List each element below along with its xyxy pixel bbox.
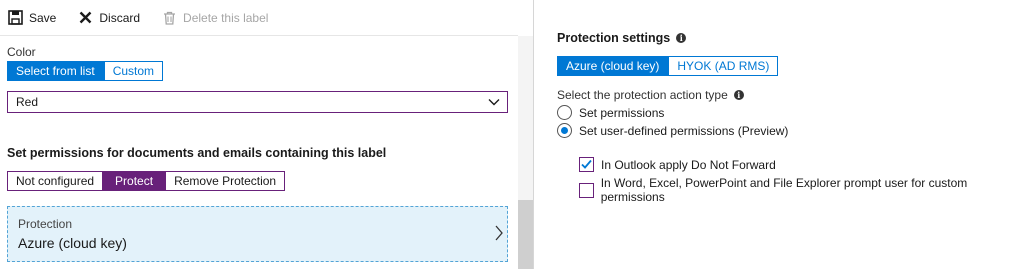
outlook-do-not-forward-checkbox[interactable]: In Outlook apply Do Not Forward bbox=[579, 157, 776, 172]
azure-cloud-key-option[interactable]: Azure (cloud key) bbox=[557, 56, 669, 76]
save-icon bbox=[7, 10, 23, 26]
scrollbar-thumb[interactable] bbox=[518, 200, 534, 269]
checkmark-icon bbox=[581, 159, 592, 169]
radio-button-selected[interactable] bbox=[557, 123, 572, 138]
custom-option[interactable]: Custom bbox=[103, 61, 164, 81]
delete-label-text: Delete this label bbox=[183, 10, 269, 25]
permissions-toggle: Not configured Protect Remove Protection bbox=[7, 171, 286, 191]
user-defined-permissions-label: Set user-defined permissions (Preview) bbox=[579, 123, 789, 138]
user-defined-permissions-radio[interactable]: Set user-defined permissions (Preview) bbox=[557, 123, 788, 138]
protection-settings-title-text: Protection settings bbox=[557, 31, 671, 45]
toolbar: Save Discard Delete this label bbox=[0, 0, 518, 36]
discard-button[interactable]: Discard bbox=[77, 0, 140, 36]
protection-card-title: Protection bbox=[18, 217, 73, 231]
info-icon[interactable]: i bbox=[733, 90, 744, 100]
checkbox-unchecked[interactable] bbox=[579, 182, 594, 198]
action-type-label: Select the protection action type i bbox=[557, 88, 744, 102]
color-mode-toggle: Select from list Custom bbox=[7, 61, 164, 81]
custom-permissions-prompt-label: In Word, Excel, PowerPoint and File Expl… bbox=[600, 176, 968, 204]
save-button[interactable]: Save bbox=[7, 0, 56, 36]
protection-key-toggle: Azure (cloud key) HYOK (AD RMS) bbox=[557, 56, 779, 76]
set-permissions-label: Set permissions bbox=[579, 105, 665, 120]
color-dropdown-value: Red bbox=[16, 95, 39, 109]
protect-option[interactable]: Protect bbox=[103, 171, 166, 191]
chevron-right-icon bbox=[493, 224, 505, 242]
protection-card-value: Azure (cloud key) bbox=[18, 235, 127, 251]
close-icon bbox=[77, 10, 93, 26]
hyok-option[interactable]: HYOK (AD RMS) bbox=[668, 56, 779, 76]
protection-card[interactable]: Protection Azure (cloud key) bbox=[7, 206, 508, 262]
chevron-down-icon bbox=[487, 95, 501, 109]
protection-settings-title: Protection settings i bbox=[557, 31, 687, 45]
custom-permissions-prompt-checkbox[interactable]: In Word, Excel, PowerPoint and File Expl… bbox=[579, 176, 1024, 204]
select-from-list-option[interactable]: Select from list bbox=[7, 61, 104, 81]
color-label: Color bbox=[7, 45, 36, 59]
discard-label: Discard bbox=[99, 10, 141, 25]
label-editor-panel: Save Discard Delete this label Color Sel… bbox=[0, 0, 518, 269]
permissions-heading: Set permissions for documents and emails… bbox=[7, 146, 387, 160]
outlook-do-not-forward-label: In Outlook apply Do Not Forward bbox=[601, 157, 776, 172]
checkbox-checked[interactable] bbox=[579, 157, 594, 172]
color-dropdown[interactable]: Red bbox=[7, 91, 508, 113]
remove-protection-option[interactable]: Remove Protection bbox=[165, 171, 286, 191]
save-label: Save bbox=[29, 10, 57, 25]
set-permissions-radio[interactable]: Set permissions bbox=[557, 105, 664, 120]
action-type-label-text: Select the protection action type bbox=[557, 88, 728, 102]
panel-divider bbox=[533, 0, 534, 269]
trash-icon bbox=[161, 10, 177, 26]
radio-button[interactable] bbox=[557, 105, 572, 120]
delete-label-button[interactable]: Delete this label bbox=[161, 0, 268, 36]
not-configured-option[interactable]: Not configured bbox=[7, 171, 104, 191]
info-icon[interactable]: i bbox=[676, 33, 687, 43]
